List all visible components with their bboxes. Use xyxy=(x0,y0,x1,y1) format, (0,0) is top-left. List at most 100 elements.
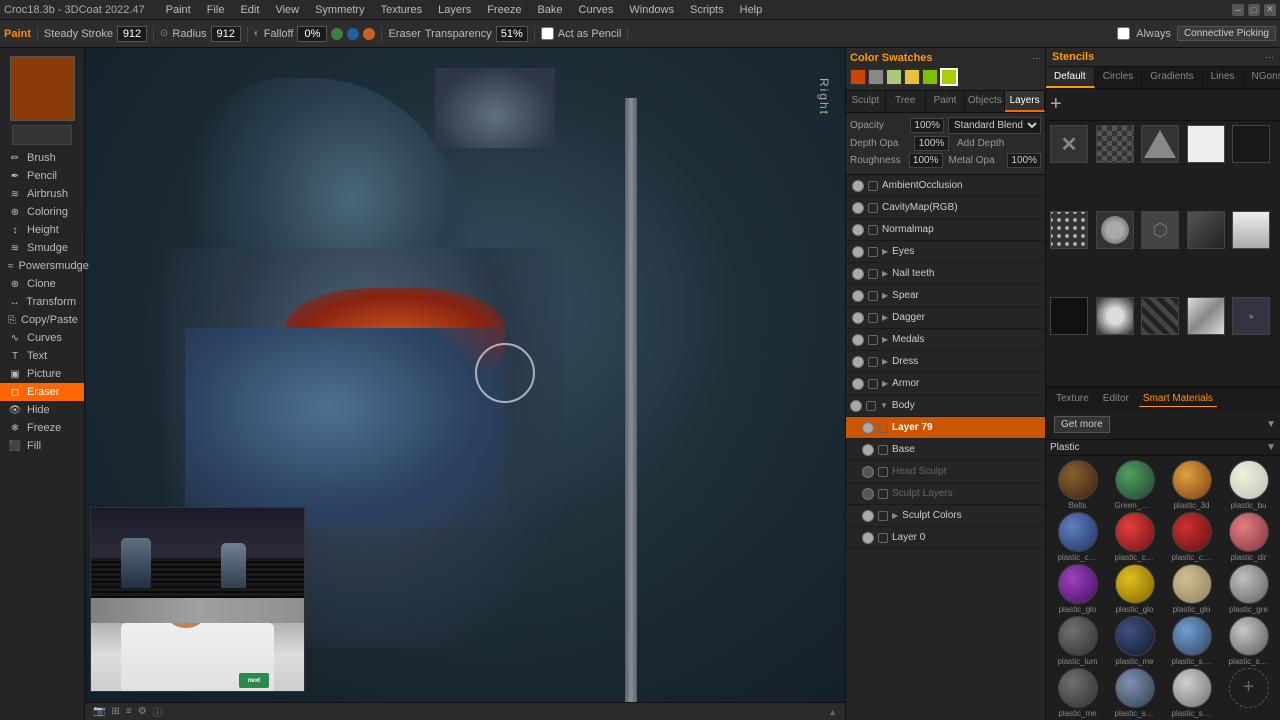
layer-lock-icon[interactable] xyxy=(878,489,888,499)
stencil-tab-lines[interactable]: Lines xyxy=(1203,67,1244,88)
menu-paint[interactable]: Paint xyxy=(163,4,194,16)
layers-icon[interactable]: ≡ xyxy=(126,706,132,717)
stencil-item-5[interactable] xyxy=(1232,125,1270,163)
tool-transform[interactable]: ↔ Transform xyxy=(0,293,84,311)
tool-copypaste[interactable]: ⎘ Copy/Paste xyxy=(0,311,84,329)
expand-arrow-icon[interactable]: ▶ xyxy=(882,291,888,300)
material-plastic-che3[interactable]: plastic_che xyxy=(1164,512,1219,562)
layer-dagger[interactable]: ▶ Dagger xyxy=(846,307,1045,329)
material-plastic-lum[interactable]: plastic_lum xyxy=(1050,616,1105,666)
transparency-val[interactable]: 51% xyxy=(496,26,528,42)
depth-opacity-val[interactable]: 100% xyxy=(914,136,949,151)
stencil-item-3[interactable] xyxy=(1141,125,1179,163)
stencil-item-14[interactable] xyxy=(1187,297,1225,335)
swatch-green[interactable] xyxy=(886,69,902,85)
layer-spear[interactable]: ▶ Spear xyxy=(846,285,1045,307)
layer-ambientocclusion[interactable]: AmbientOcclusion xyxy=(846,175,1045,197)
layer-lock-icon[interactable] xyxy=(868,181,878,191)
layer-eye-icon[interactable] xyxy=(862,444,874,456)
tool-fill[interactable]: ⬛ Fill xyxy=(0,437,84,455)
menu-edit[interactable]: Edit xyxy=(237,4,262,16)
layer-normalmap[interactable]: Normalmap xyxy=(846,219,1045,241)
layer-eye-icon[interactable] xyxy=(852,246,864,258)
material-plastic-glo2[interactable]: plastic_glo xyxy=(1107,564,1162,614)
tool-airbrush[interactable]: ≋ Airbrush xyxy=(0,185,84,203)
layer-eye-icon[interactable] xyxy=(852,356,864,368)
stencil-item-1[interactable]: ✕ xyxy=(1050,125,1088,163)
layer-lock-icon[interactable] xyxy=(868,313,878,323)
layer-eye-icon[interactable] xyxy=(852,378,864,390)
connective-picking-btn[interactable]: Connective Picking xyxy=(1177,26,1276,41)
swatch-yellow[interactable] xyxy=(904,69,920,85)
stencil-item-6[interactable] xyxy=(1050,211,1088,249)
stencil-tab-default[interactable]: Default xyxy=(1046,67,1095,88)
material-plastic-sha3[interactable]: plastic_sha xyxy=(1107,668,1162,718)
tool-eraser[interactable]: ◻ Eraser xyxy=(0,383,84,401)
layer-lock-icon[interactable] xyxy=(878,533,888,543)
menu-help[interactable]: Help xyxy=(737,4,766,16)
blend-mode-select[interactable]: Standard Blend xyxy=(948,117,1041,134)
layer-eye-icon[interactable] xyxy=(862,466,874,478)
material-add-new[interactable]: + xyxy=(1221,668,1276,718)
layer-lock-icon[interactable] xyxy=(868,269,878,279)
material-plastic-bu[interactable]: plastic_bu xyxy=(1221,460,1276,510)
material-dropdown-arrow-icon[interactable]: ▼ xyxy=(1266,442,1276,453)
tool-brush[interactable]: ✏ Brush xyxy=(0,149,84,167)
layer-eye-icon[interactable] xyxy=(862,488,874,500)
layer-eye-icon[interactable] xyxy=(852,312,864,324)
close-btn[interactable]: ✕ xyxy=(1264,4,1276,16)
layer-armor[interactable]: ▶ Armor xyxy=(846,373,1045,395)
tool-coloring[interactable]: ⊕ Coloring xyxy=(0,203,84,221)
material-plastic-sha4[interactable]: plastic_sha xyxy=(1164,668,1219,718)
stencil-item-13[interactable] xyxy=(1141,297,1179,335)
expand-arrow-icon[interactable]: ▶ xyxy=(882,379,888,388)
layer-eye-icon[interactable] xyxy=(862,510,874,522)
swatches-options-icon[interactable]: ⋯ xyxy=(1032,53,1041,64)
roughness-val[interactable]: 100% xyxy=(909,153,943,168)
opacity-val[interactable]: 100% xyxy=(910,118,944,133)
material-plastic-glo3[interactable]: plastic_glo xyxy=(1164,564,1219,614)
tool-curves[interactable]: ∿ Curves xyxy=(0,329,84,347)
stencil-item-7[interactable] xyxy=(1096,211,1134,249)
layer-eye-icon[interactable] xyxy=(852,334,864,346)
steady-stroke-val[interactable]: 912 xyxy=(117,26,147,42)
info-icon[interactable]: ⓘ xyxy=(153,704,163,719)
menu-windows[interactable]: Windows xyxy=(626,4,677,16)
layer-lock-icon[interactable] xyxy=(878,445,888,455)
layer-sculpt-layers[interactable]: Sculpt Layers xyxy=(846,483,1045,505)
layer-eyes[interactable]: ▶ Eyes xyxy=(846,241,1045,263)
sm-tab-editor[interactable]: Editor xyxy=(1099,391,1133,406)
material-plastic-me2[interactable]: plastic_me xyxy=(1050,668,1105,718)
layer-layer0[interactable]: Layer 0 xyxy=(846,527,1045,549)
tab-objects[interactable]: Objects xyxy=(965,91,1005,112)
tool-pencil[interactable]: ✒ Pencil xyxy=(0,167,84,185)
sm-tab-texture[interactable]: Texture xyxy=(1052,391,1093,406)
layer-eye-icon[interactable] xyxy=(852,224,864,236)
tab-layers[interactable]: Layers xyxy=(1005,91,1045,112)
material-plastic-che1[interactable]: plastic_che xyxy=(1050,512,1105,562)
always-checkbox[interactable] xyxy=(1117,27,1130,40)
tool-height[interactable]: ↕ Height xyxy=(0,221,84,239)
material-green-med[interactable]: Green_med xyxy=(1107,460,1162,510)
swatch-lime[interactable] xyxy=(922,69,938,85)
layer-medals[interactable]: ▶ Medals xyxy=(846,329,1045,351)
stencils-options-icon[interactable]: ⋯ xyxy=(1265,52,1274,63)
radius-val[interactable]: 912 xyxy=(211,26,241,42)
layer-body-group[interactable]: ▼ Body xyxy=(846,395,1045,417)
menu-textures[interactable]: Textures xyxy=(378,4,426,16)
stencil-item-10[interactable] xyxy=(1232,211,1270,249)
material-plastic-sha2[interactable]: plastic_sha xyxy=(1221,616,1276,666)
expand-arrow-icon[interactable]: ▶ xyxy=(882,313,888,322)
stencil-item-9[interactable] xyxy=(1187,211,1225,249)
stencil-tab-ngons[interactable]: NGons xyxy=(1244,67,1280,88)
menu-layers[interactable]: Layers xyxy=(435,4,474,16)
expand-arrow-icon[interactable]: ▶ xyxy=(882,269,888,278)
layer-lock-icon[interactable] xyxy=(868,357,878,367)
stencil-item-2[interactable] xyxy=(1096,125,1134,163)
act-as-pencil-checkbox[interactable] xyxy=(541,27,554,40)
tool-powersmudge[interactable]: ≈ Powersmudge xyxy=(0,257,84,275)
tool-hide[interactable]: 👁 Hide xyxy=(0,401,84,419)
tool-clone[interactable]: ⊕ Clone xyxy=(0,275,84,293)
layer-lock-icon[interactable] xyxy=(868,335,878,345)
material-plastic-3d[interactable]: plastic_3d xyxy=(1164,460,1219,510)
